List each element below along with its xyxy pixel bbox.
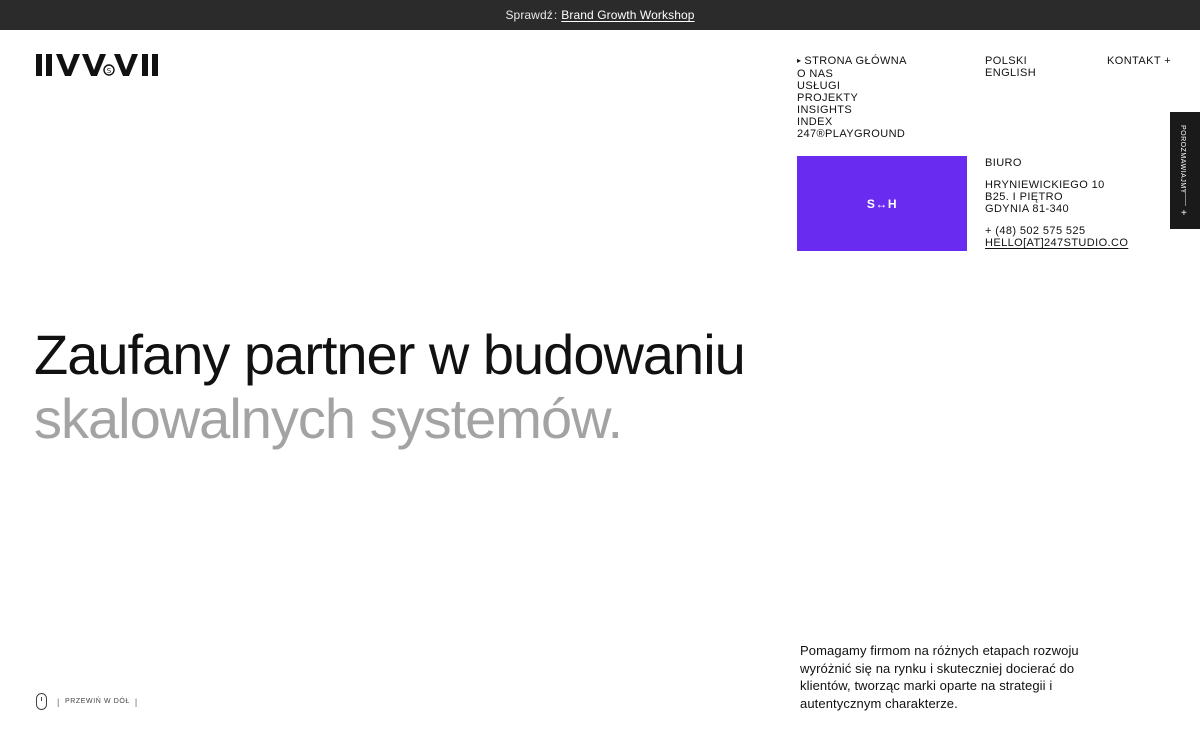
hero-line-1: Zaufany partner w budowaniu (34, 323, 746, 386)
lets-talk-label: POROZMAWIAJMY (1179, 125, 1186, 194)
announcement-separator: : (553, 8, 558, 22)
divider: | (57, 696, 60, 707)
lets-talk-tab[interactable]: POROZMAWIAJMY + (1170, 112, 1200, 229)
address-line: GDYNIA 81-340 (985, 203, 1070, 215)
language-polish[interactable]: POLSKI (985, 55, 1036, 67)
hero-line-2: skalowalnych systemów. (34, 387, 623, 450)
workshop-link[interactable]: Brand Growth Workshop (561, 8, 694, 22)
email-link[interactable]: HELLO[AT]247STUDIO.CO (985, 237, 1128, 249)
language-switcher: POLSKI ENGLISH (985, 55, 1036, 79)
plus-icon: + (1181, 208, 1187, 219)
contact-link[interactable]: KONTAKT + (1107, 55, 1171, 67)
nav-item-services[interactable]: USŁUGI (797, 80, 907, 92)
main-nav: ▸ STRONA GŁÓWNA O NAS USŁUGI PROJEKTY INS… (797, 55, 907, 140)
divider (1185, 190, 1186, 206)
address-line: B25. I PIĘTRO (985, 191, 1063, 203)
phone-number[interactable]: + (48) 502 575 525 (985, 225, 1128, 237)
promo-label: S↔H (866, 196, 898, 211)
nav-item-insights[interactable]: INSIGHTS (797, 104, 907, 116)
nav-item-label: STRONA GŁÓWNA (804, 55, 907, 67)
active-arrow-icon: ▸ (797, 56, 802, 65)
promo-tile[interactable]: S↔H (797, 156, 967, 251)
scroll-hint-label: PRZEWIŃ W DÓŁ (64, 698, 130, 705)
office-label: BIURO (985, 157, 1022, 169)
address-line: HRYNIEWICKIEGO 10 (985, 179, 1105, 191)
nav-item-home[interactable]: ▸ STRONA GŁÓWNA (797, 55, 907, 68)
mouse-icon (36, 693, 47, 710)
hero-headline: Zaufany partner w budowaniu skalowalnych… (34, 323, 746, 451)
divider: | (134, 696, 138, 707)
nav-item-about[interactable]: O NAS (797, 68, 907, 80)
language-english[interactable]: ENGLISH (985, 67, 1036, 79)
announcement-bar: Sprawdź : Brand Growth Workshop (0, 0, 1200, 30)
nav-item-index[interactable]: INDEX (797, 116, 907, 128)
intro-description: Pomagamy firmom na różnych etapach rozwo… (800, 643, 1079, 711)
nav-item-playground[interactable]: 247®PLAYGROUND (797, 128, 907, 140)
nav-item-projects[interactable]: PROJEKTY (797, 92, 907, 104)
scroll-hint[interactable]: | PRZEWIŃ W DÓŁ | (36, 693, 143, 710)
office-info: BIURO HRYNIEWICKIEGO 10 B25. I PIĘTRO GD… (985, 157, 1128, 249)
announcement-prefix: Sprawdź (505, 8, 553, 22)
studio-wordmark-icon[interactable]: S (36, 54, 164, 76)
svg-text:S: S (107, 67, 112, 75)
